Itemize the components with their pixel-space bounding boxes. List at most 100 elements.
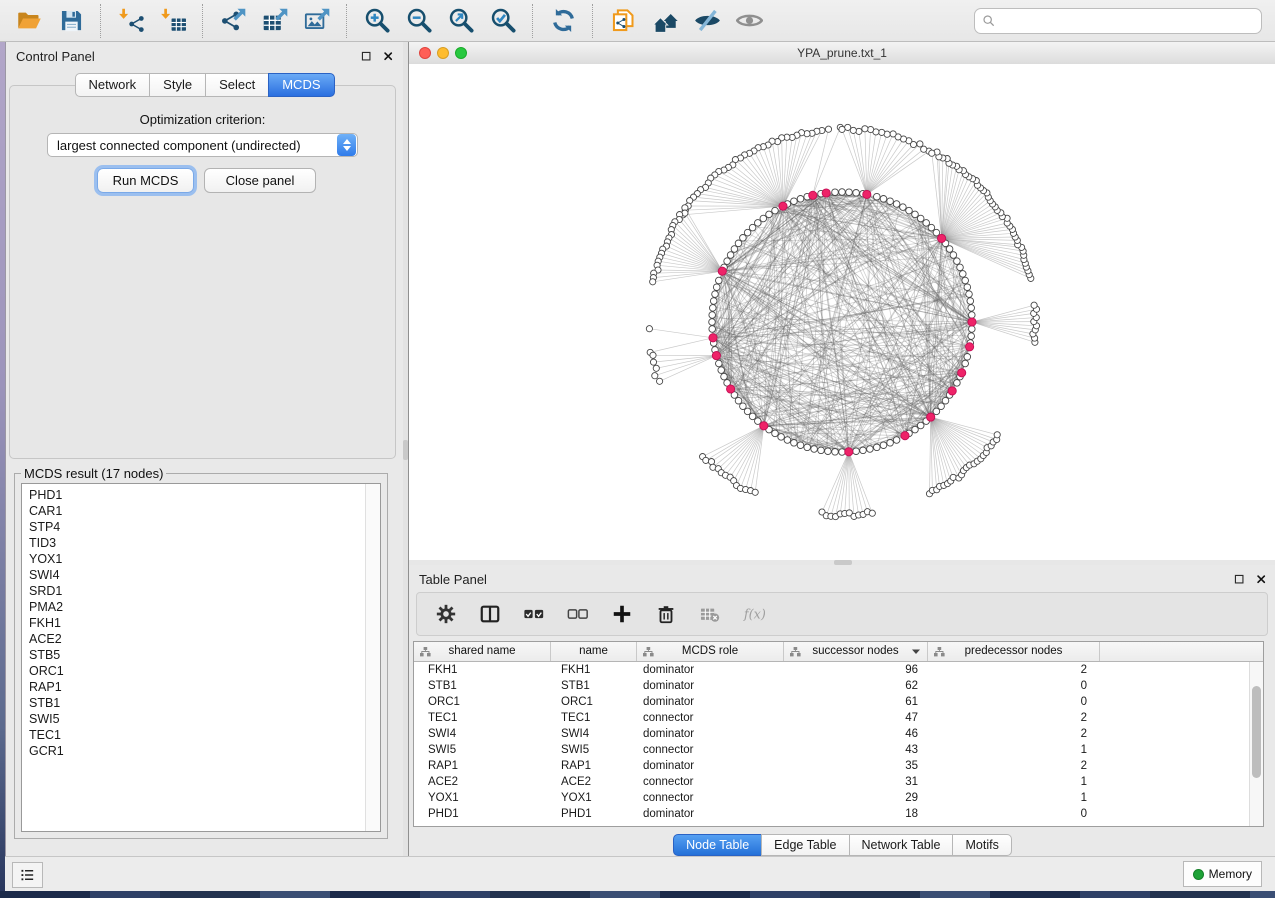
mcds-result-item[interactable]: FKH1 [22, 615, 380, 631]
tab-style[interactable]: Style [149, 73, 206, 97]
export-table-icon [262, 7, 289, 34]
run-mcds-button[interactable]: Run MCDS [97, 168, 194, 193]
mcds-result-list[interactable]: PHD1CAR1STP4TID3YOX1SWI4SRD1PMA2FKH1ACE2… [21, 483, 381, 832]
close-panel-button[interactable]: Close panel [204, 168, 316, 193]
table-row-STB1[interactable]: STB1STB1dominator620 [414, 678, 1263, 694]
table-scrollbar[interactable] [1249, 662, 1263, 826]
column-header-MCDS-role[interactable]: MCDS role [637, 642, 784, 661]
memory-status-icon [1193, 869, 1204, 880]
mcds-result-item[interactable]: TEC1 [22, 727, 380, 743]
cell-successor-nodes: 29 [784, 790, 928, 806]
table-options-button[interactable] [431, 599, 461, 629]
first-neighbors-button[interactable] [646, 3, 684, 39]
tab-mcds[interactable]: MCDS [268, 73, 334, 97]
mcds-result-item[interactable]: ORC1 [22, 663, 380, 679]
table-scrollbar-thumb[interactable] [1252, 686, 1261, 778]
table-toolbar: f(x) [416, 592, 1268, 636]
mcds-result-item[interactable]: SWI5 [22, 711, 380, 727]
deselect-all-button[interactable] [563, 599, 593, 629]
mcds-result-item[interactable]: SRD1 [22, 583, 380, 599]
cell-predecessor-nodes: 0 [928, 806, 1100, 822]
zoom-in-button[interactable] [358, 3, 396, 39]
select-all-button[interactable] [519, 599, 549, 629]
tab-motifs[interactable]: Motifs [952, 834, 1011, 856]
mcds-result-item[interactable]: PHD1 [22, 487, 380, 503]
cell-shared-name: PHD1 [414, 806, 551, 822]
table-row-ORC1[interactable]: ORC1ORC1dominator610 [414, 694, 1263, 710]
tab-network-table[interactable]: Network Table [849, 834, 954, 856]
tab-edge-table[interactable]: Edge Table [761, 834, 849, 856]
tab-select[interactable]: Select [205, 73, 269, 97]
panel-selector-button[interactable] [12, 862, 43, 888]
mcds-result-item[interactable]: STB1 [22, 695, 380, 711]
table-row-SWI4[interactable]: SWI4SWI4dominator462 [414, 726, 1263, 742]
mcds-result-item[interactable]: GCR1 [22, 743, 380, 759]
table-row-TEC1[interactable]: TEC1TEC1connector472 [414, 710, 1263, 726]
table-row-SWI5[interactable]: SWI5SWI5connector431 [414, 742, 1263, 758]
hide-selected-button[interactable] [688, 3, 726, 39]
zoom-fit-button[interactable] [442, 3, 480, 39]
sort-descending-icon [912, 649, 920, 654]
network-graph[interactable] [409, 64, 1275, 560]
import-table-button[interactable] [154, 3, 192, 39]
show-columns-button[interactable] [475, 599, 505, 629]
node-table: shared name nameMCDS rolesuccessor nodesp… [413, 641, 1264, 827]
delete-column-button[interactable] [651, 599, 681, 629]
mcds-result-item[interactable]: YOX1 [22, 551, 380, 567]
open-file-button[interactable] [10, 3, 48, 39]
add-column-button[interactable] [607, 599, 637, 629]
mcds-result-item[interactable]: CAR1 [22, 503, 380, 519]
table-row-YOX1[interactable]: YOX1YOX1connector291 [414, 790, 1263, 806]
column-header-predecessor-nodes[interactable]: predecessor nodes [928, 642, 1100, 661]
save-session-button[interactable] [52, 3, 90, 39]
table-panel-float-button[interactable] [1230, 570, 1248, 588]
zoom-selected-button[interactable] [484, 3, 522, 39]
tab-network[interactable]: Network [74, 73, 150, 97]
refresh-layout-button[interactable] [544, 3, 582, 39]
cell-name: RAP1 [551, 758, 637, 774]
zoom-out-button[interactable] [400, 3, 438, 39]
column-header-successor-nodes[interactable]: successor nodes [784, 642, 928, 661]
export-network-button[interactable] [214, 3, 252, 39]
cell-MCDS-role: connector [637, 774, 784, 790]
hide-selected-icon [694, 7, 721, 34]
mcds-result-item[interactable]: ACE2 [22, 631, 380, 647]
optimization-criterion-select[interactable]: largest connected component (undirected) [47, 133, 358, 157]
table-panel-close-button[interactable] [1252, 570, 1270, 588]
column-label: shared name [448, 645, 515, 657]
control-panel-close-button[interactable] [379, 47, 397, 65]
table-row-FKH1[interactable]: FKH1FKH1dominator962 [414, 662, 1263, 678]
select-all-icon [523, 603, 545, 625]
toolbar-separator [346, 4, 348, 38]
mcds-result-item[interactable]: STP4 [22, 519, 380, 535]
table-row-RAP1[interactable]: RAP1RAP1dominator352 [414, 758, 1263, 774]
network-canvas[interactable] [409, 64, 1275, 560]
cell-name: FKH1 [551, 662, 637, 678]
mcds-result-item[interactable]: STB5 [22, 647, 380, 663]
column-header-name[interactable]: name [551, 642, 637, 661]
float-icon [359, 49, 374, 64]
export-table-button[interactable] [256, 3, 294, 39]
memory-button[interactable]: Memory [1183, 861, 1262, 887]
cell-predecessor-nodes: 1 [928, 790, 1100, 806]
table-panel-title: Table Panel [419, 572, 487, 587]
mcds-result-item[interactable]: RAP1 [22, 679, 380, 695]
column-header-shared-name[interactable]: shared name [414, 642, 551, 661]
svg-text:f(x): f(x) [743, 608, 765, 623]
zoom-in-icon [364, 7, 391, 34]
mcds-result-item[interactable]: TID3 [22, 535, 380, 551]
result-list-scrollbar[interactable] [365, 484, 380, 831]
table-row-PHD1[interactable]: PHD1PHD1dominator180 [414, 806, 1263, 822]
export-image-icon [304, 7, 331, 34]
show-all-button[interactable] [730, 3, 768, 39]
table-row-ACE2[interactable]: ACE2ACE2connector311 [414, 774, 1263, 790]
mcds-result-item[interactable]: PMA2 [22, 599, 380, 615]
control-panel-float-button[interactable] [357, 47, 375, 65]
export-image-button[interactable] [298, 3, 336, 39]
export-network-icon [220, 7, 247, 34]
mcds-result-item[interactable]: SWI4 [22, 567, 380, 583]
clone-network-button[interactable] [604, 3, 642, 39]
tab-node-table[interactable]: Node Table [673, 834, 762, 856]
search-input[interactable] [1002, 13, 1255, 29]
import-network-button[interactable] [112, 3, 150, 39]
